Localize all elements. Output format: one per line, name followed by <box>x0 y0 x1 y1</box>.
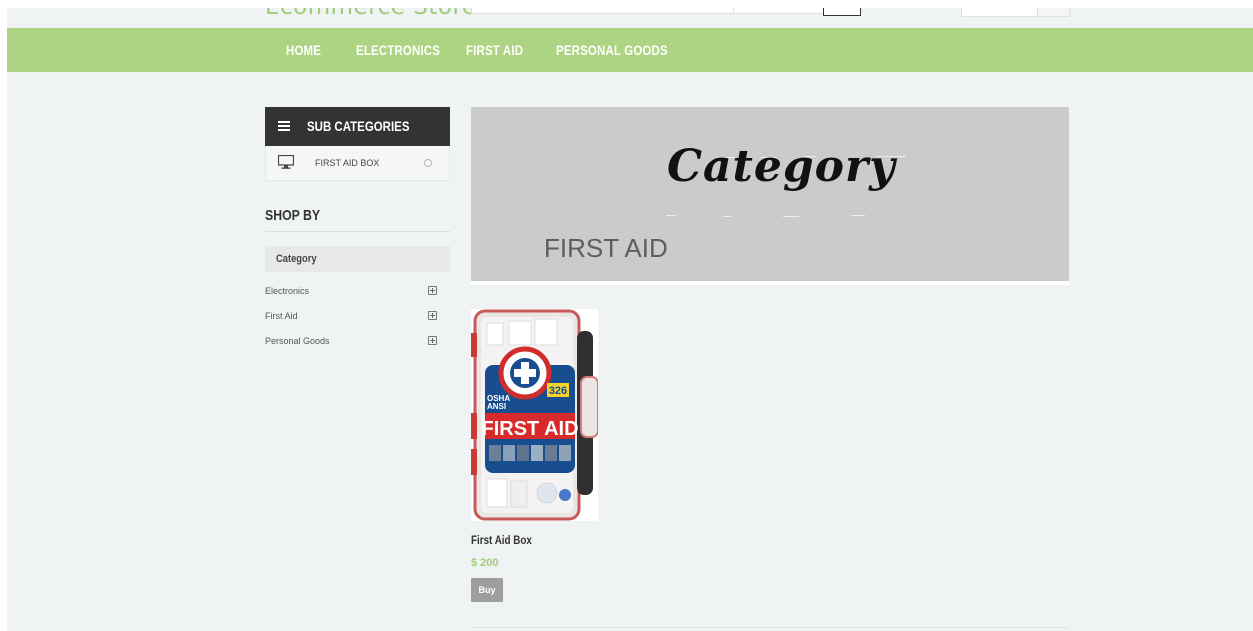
expand-plus-icon[interactable] <box>428 311 437 320</box>
category-item-first-aid[interactable]: First Aid <box>265 309 450 323</box>
category-filter-title: Category <box>276 253 317 265</box>
kit-count-text: 326 <box>549 385 567 397</box>
decor-dash <box>851 215 865 216</box>
kit-title-text: FIRST AID <box>481 418 578 440</box>
main-nav: HOME ELECTRONICS FIRST AID PERSONAL GOOD… <box>7 28 1253 72</box>
expand-plus-icon[interactable] <box>428 286 437 295</box>
decor-dash <box>666 215 676 216</box>
search-button[interactable] <box>823 8 861 16</box>
category-banner: Category FIRST AID <box>471 107 1069 281</box>
search-input[interactable] <box>471 8 735 14</box>
monitor-icon <box>278 155 294 169</box>
category-label: First Aid <box>265 311 298 321</box>
category-item-personal-goods[interactable]: Personal Goods <box>265 334 450 348</box>
product-name[interactable]: First Aid Box <box>471 533 532 547</box>
menu-icon <box>278 121 290 131</box>
nav-item-personal-goods[interactable]: PERSONAL GOODS <box>556 28 668 72</box>
product-image[interactable]: 326 OSHA ANSI FIRST AID <box>471 309 599 521</box>
decor-dash <box>783 216 799 217</box>
page: Ecommerce Store HOME ELECTRONICS FIRST A… <box>7 8 1253 631</box>
subcategory-item-first-aid-box[interactable]: FIRST AID BOX <box>265 146 450 181</box>
top-header: Ecommerce Store <box>7 8 1253 28</box>
nav-item-electronics[interactable]: ELECTRONICS <box>356 28 440 72</box>
product-price: $ 200 <box>471 557 499 569</box>
cart-summary[interactable] <box>961 8 1039 17</box>
category-item-electronics[interactable]: Electronics <box>265 284 450 298</box>
banner-category-name: FIRST AID <box>544 233 668 263</box>
category-label: Personal Goods <box>265 336 330 346</box>
banner-underline <box>471 281 1069 285</box>
expand-plus-icon[interactable] <box>428 336 437 345</box>
nav-item-first-aid[interactable]: FIRST AID <box>466 28 523 72</box>
subcategory-label: FIRST AID BOX <box>315 158 380 168</box>
content-bottom-divider <box>471 627 1069 628</box>
subcategories-title: SUB CATEGORIES <box>307 118 410 134</box>
search-category-select[interactable] <box>733 8 825 14</box>
category-filter-header: Category <box>265 246 450 272</box>
first-aid-kit-image: 326 OSHA ANSI FIRST AID <box>471 309 599 521</box>
buy-button[interactable]: Buy <box>471 578 503 602</box>
cart-button[interactable] <box>1037 8 1070 17</box>
shop-by-heading: SHOP BY <box>265 207 321 224</box>
decor-dash <box>723 216 731 217</box>
divider <box>265 231 450 232</box>
nav-item-home[interactable]: HOME <box>286 28 321 72</box>
circle-arrow-icon <box>424 159 432 167</box>
kit-badge-text-2: ANSI <box>487 402 506 411</box>
subcategories-header: SUB CATEGORIES <box>265 107 450 146</box>
category-label: Electronics <box>265 286 310 296</box>
banner-script-title: Category <box>667 141 896 192</box>
store-logo[interactable]: Ecommerce Store <box>265 8 477 20</box>
